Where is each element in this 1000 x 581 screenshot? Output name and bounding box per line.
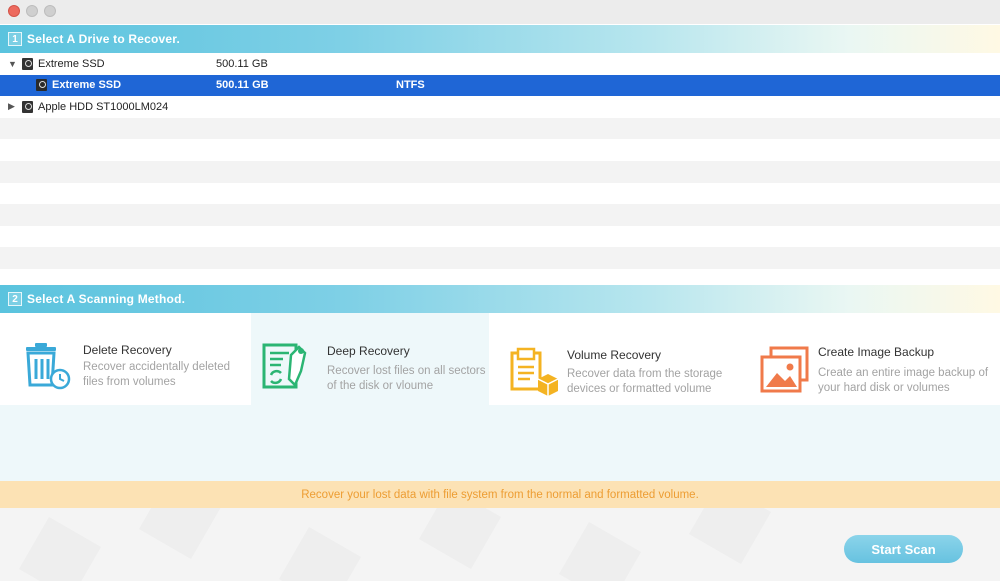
method-description: Create an entire image backup of your ha…	[818, 367, 989, 394]
step-number: 1	[8, 32, 22, 46]
empty-row	[0, 160, 1000, 183]
minimize-window-button[interactable]	[26, 5, 38, 17]
method-delete-recovery[interactable]: Delete Recovery Recover accidentally del…	[0, 313, 250, 405]
method-description: Recover lost files on all sectors of the…	[327, 365, 486, 392]
info-text: Recover your lost data with file system …	[301, 488, 699, 501]
method-title: Create Image Backup	[818, 345, 935, 359]
empty-row	[0, 247, 1000, 269]
empty-row	[0, 204, 1000, 226]
method-title: Deep Recovery	[327, 344, 410, 358]
background-hexagon	[559, 522, 641, 581]
scan-methods-panel: Delete Recovery Recover accidentally del…	[0, 313, 1000, 481]
start-scan-button[interactable]: Start Scan	[844, 535, 963, 563]
empty-row	[0, 182, 1000, 205]
image-backup-icon	[760, 346, 809, 393]
footer: Start Scan	[0, 508, 1000, 581]
zoom-window-button[interactable]	[44, 5, 56, 17]
empty-row	[0, 225, 1000, 248]
background-hexagon	[689, 508, 771, 564]
volume-icon	[36, 79, 47, 92]
box-files-icon	[510, 347, 559, 396]
background-hexagon	[279, 527, 361, 581]
method-deep-recovery[interactable]: Deep Recovery Recover lost files on all …	[251, 313, 489, 405]
method-create-image-backup[interactable]: Create Image Backup Create an entire ima…	[741, 313, 1000, 405]
drive-row-extreme-ssd[interactable]: ▼ Extreme SSD 500.11 GB	[0, 53, 1000, 75]
drive-name: Extreme SSD	[38, 57, 105, 70]
background-hexagon	[19, 517, 101, 581]
document-sync-icon	[262, 343, 307, 389]
drive-name: Extreme SSD	[52, 79, 122, 92]
section-title: Select A Scanning Method.	[27, 292, 186, 306]
title-bar	[0, 0, 1000, 24]
hard-drive-icon	[22, 57, 33, 70]
drive-name: Apple HDD ST1000LM024	[38, 100, 169, 113]
background-hexagon	[419, 508, 501, 569]
drive-row-apple-hdd[interactable]: ▶ Apple HDD ST1000LM024	[0, 96, 1000, 118]
drive-size: 500.11 GB	[216, 79, 269, 92]
disclosure-triangle-expanded-icon[interactable]: ▼	[8, 59, 17, 69]
method-volume-recovery[interactable]: Volume Recovery Recover data from the st…	[490, 313, 740, 405]
method-title: Volume Recovery	[567, 348, 662, 362]
method-description: Recover accidentally deleted files from …	[83, 361, 231, 388]
drive-list: ▼ Extreme SSD 500.11 GB Extreme SSD 500.…	[0, 53, 1000, 283]
section-title: Select A Drive to Recover.	[27, 32, 181, 46]
drive-size: 500.11 GB	[216, 57, 268, 70]
hard-drive-icon	[22, 100, 33, 113]
method-title: Delete Recovery	[83, 343, 172, 357]
empty-row	[0, 139, 1000, 161]
disclosure-triangle-collapsed-icon[interactable]: ▶	[8, 101, 15, 112]
step-number: 2	[8, 292, 22, 306]
trash-clock-icon	[26, 343, 71, 390]
select-drive-header: 1 Select A Drive to Recover.	[0, 25, 1000, 53]
drive-filesystem: NTFS	[396, 79, 425, 92]
method-row: Delete Recovery Recover accidentally del…	[0, 313, 1000, 405]
select-scan-method-header: 2 Select A Scanning Method.	[0, 285, 1000, 313]
close-window-button[interactable]	[8, 5, 20, 17]
empty-row	[0, 117, 1000, 140]
method-description: Recover data from the storage devices or…	[567, 368, 723, 395]
background-hexagon	[139, 508, 221, 559]
drive-row-extreme-ssd-volume[interactable]: Extreme SSD 500.11 GB NTFS	[0, 74, 1000, 97]
info-bar: Recover your lost data with file system …	[0, 481, 1000, 508]
